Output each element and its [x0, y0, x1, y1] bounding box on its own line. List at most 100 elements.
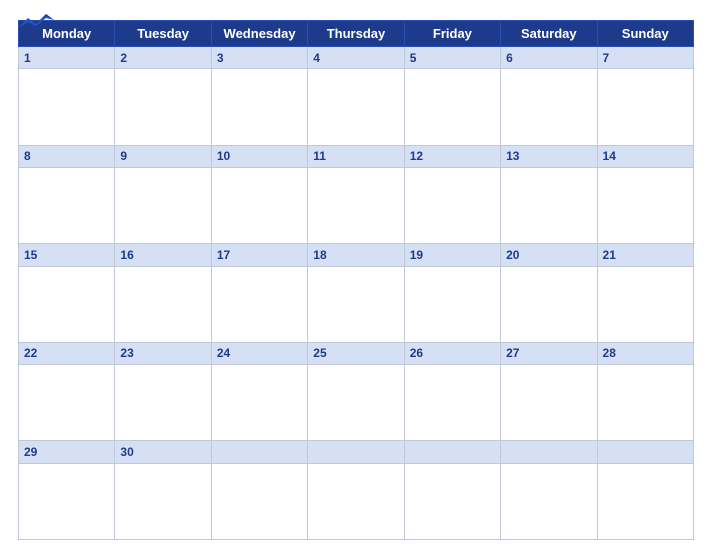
- day-number: 22: [24, 346, 109, 360]
- weekday-header-sunday: Sunday: [597, 21, 693, 47]
- date-num-cell: 21: [597, 244, 693, 266]
- week-content-row-3: [19, 266, 694, 342]
- date-num-cell: 9: [115, 145, 211, 167]
- date-num-cell: 12: [404, 145, 500, 167]
- date-num-cell: 18: [308, 244, 404, 266]
- day-content-cell: [404, 168, 500, 244]
- date-num-cell: 26: [404, 342, 500, 364]
- day-content-cell: [115, 365, 211, 441]
- day-number: 23: [120, 346, 205, 360]
- date-num-cell: 3: [211, 47, 307, 69]
- logo-icon: [18, 10, 54, 32]
- date-num-cell: 7: [597, 47, 693, 69]
- day-number: 19: [410, 248, 495, 262]
- week-content-row-1: [19, 69, 694, 145]
- date-num-cell: 14: [597, 145, 693, 167]
- day-number: 15: [24, 248, 109, 262]
- date-num-cell: 13: [501, 145, 597, 167]
- date-num-cell: 23: [115, 342, 211, 364]
- day-number: 18: [313, 248, 398, 262]
- day-content-cell: [211, 365, 307, 441]
- date-num-cell: 22: [19, 342, 115, 364]
- date-num-cell: 24: [211, 342, 307, 364]
- day-content-cell: [597, 365, 693, 441]
- day-content-cell: [501, 168, 597, 244]
- day-number: 3: [217, 51, 302, 65]
- day-number: 26: [410, 346, 495, 360]
- day-content-cell: [19, 365, 115, 441]
- day-content-cell: [115, 168, 211, 244]
- date-num-cell: 11: [308, 145, 404, 167]
- date-num-cell: 20: [501, 244, 597, 266]
- date-num-cell: 2: [115, 47, 211, 69]
- date-num-cell: [404, 441, 500, 463]
- week-num-row-5: 29 30: [19, 441, 694, 463]
- date-num-cell: 29: [19, 441, 115, 463]
- day-number: 28: [603, 346, 688, 360]
- calendar-header: [18, 10, 694, 14]
- day-content-cell: [19, 69, 115, 145]
- date-num-cell: 28: [597, 342, 693, 364]
- day-number: 4: [313, 51, 398, 65]
- day-number: 16: [120, 248, 205, 262]
- week-num-row-1: 1234567: [19, 47, 694, 69]
- day-content-cell: [501, 365, 597, 441]
- day-number: 13: [506, 149, 591, 163]
- date-num-cell: 16: [115, 244, 211, 266]
- date-num-cell: 5: [404, 47, 500, 69]
- date-num-cell: 19: [404, 244, 500, 266]
- week-num-row-2: 89 10 11 12 13 14: [19, 145, 694, 167]
- date-num-cell: 8: [19, 145, 115, 167]
- date-num-cell: 4: [308, 47, 404, 69]
- day-content-cell: [501, 266, 597, 342]
- weekday-header-wednesday: Wednesday: [211, 21, 307, 47]
- day-content-cell: [597, 463, 693, 539]
- day-number: 21: [603, 248, 688, 262]
- day-number: 24: [217, 346, 302, 360]
- week-content-row-5: [19, 463, 694, 539]
- day-number: 20: [506, 248, 591, 262]
- date-num-cell: 1: [19, 47, 115, 69]
- date-num-cell: [501, 441, 597, 463]
- day-content-cell: [308, 168, 404, 244]
- day-content-cell: [19, 463, 115, 539]
- day-content-cell: [211, 168, 307, 244]
- day-content-cell: [211, 463, 307, 539]
- date-num-cell: [308, 441, 404, 463]
- day-content-cell: [19, 266, 115, 342]
- day-number: 25: [313, 346, 398, 360]
- day-content-cell: [404, 365, 500, 441]
- day-number: 29: [24, 445, 109, 459]
- date-num-cell: 10: [211, 145, 307, 167]
- day-number: 11: [313, 149, 398, 163]
- day-number: 6: [506, 51, 591, 65]
- day-number: 8: [24, 149, 109, 163]
- date-num-cell: 27: [501, 342, 597, 364]
- week-content-row-4: [19, 365, 694, 441]
- date-num-cell: [597, 441, 693, 463]
- day-content-cell: [501, 69, 597, 145]
- day-number: 10: [217, 149, 302, 163]
- day-number: 30: [120, 445, 205, 459]
- day-content-cell: [501, 463, 597, 539]
- day-content-cell: [597, 266, 693, 342]
- day-content-cell: [115, 463, 211, 539]
- week-num-row-4: 22 23 24 25 26 27 28: [19, 342, 694, 364]
- day-content-cell: [211, 69, 307, 145]
- day-content-cell: [308, 463, 404, 539]
- day-number: 7: [603, 51, 688, 65]
- day-content-cell: [308, 266, 404, 342]
- date-num-cell: 15: [19, 244, 115, 266]
- weekday-header-friday: Friday: [404, 21, 500, 47]
- weekday-header-tuesday: Tuesday: [115, 21, 211, 47]
- date-num-cell: 25: [308, 342, 404, 364]
- day-number: 9: [120, 149, 205, 163]
- day-number: 2: [120, 51, 205, 65]
- day-content-cell: [404, 69, 500, 145]
- day-number: 17: [217, 248, 302, 262]
- day-content-cell: [597, 69, 693, 145]
- weekday-header-row: MondayTuesdayWednesdayThursdayFridaySatu…: [19, 21, 694, 47]
- date-num-cell: 6: [501, 47, 597, 69]
- calendar-table: MondayTuesdayWednesdayThursdayFridaySatu…: [18, 20, 694, 540]
- day-number: 27: [506, 346, 591, 360]
